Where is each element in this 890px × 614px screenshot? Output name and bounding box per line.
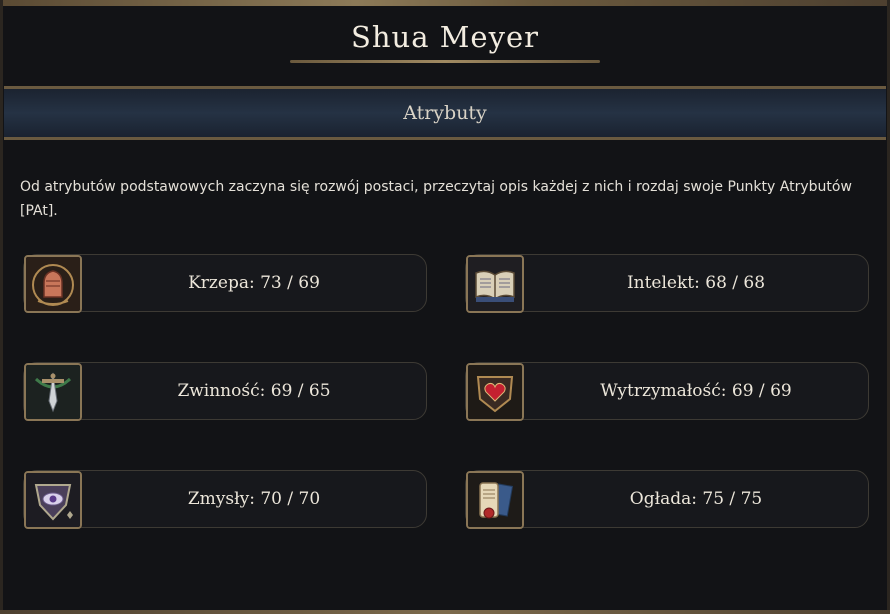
attribute-zwinnosc[interactable]: Zwinność: 69 / 65 [23,362,427,421]
frame-left-border [0,0,3,614]
title-underline [290,60,600,63]
attribute-zwinnosc-label: Zwinność: 69 / 65 [177,381,331,401]
eye-shield-icon [24,471,82,529]
fist-icon [24,255,82,313]
sword-icon [24,363,82,421]
attribute-krzepa[interactable]: Krzepa: 73 / 69 [23,254,427,313]
book-icon [466,255,524,313]
attribute-wytrzymalosc[interactable]: Wytrzymałość: 69 / 69 [465,362,869,421]
frame-bottom-border [0,610,890,614]
heart-shield-icon [466,363,524,421]
attribute-oglada[interactable]: Ogłada: 75 / 75 [465,470,869,529]
scroll-icon [466,471,524,529]
attribute-zmysly-label: Zmysły: 70 / 70 [187,489,321,509]
section-header-bar: Atrybuty [4,86,886,140]
attribute-oglada-label: Ogłada: 75 / 75 [629,489,763,509]
attributes-description: Od atrybutów podstawowych zaczyna się ro… [20,179,852,219]
attribute-krzepa-label: Krzepa: 73 / 69 [188,273,320,293]
section-title: Atrybuty [403,102,487,124]
attribute-zmysly[interactable]: Zmysły: 70 / 70 [23,470,427,529]
attribute-wytrzymalosc-label: Wytrzymałość: 69 / 69 [600,381,792,401]
character-name-title: Shua Meyer [351,20,539,54]
frame-top-border [0,0,890,6]
attribute-intelekt-label: Intelekt: 68 / 68 [626,273,766,293]
attribute-intelekt[interactable]: Intelekt: 68 / 68 [465,254,869,313]
